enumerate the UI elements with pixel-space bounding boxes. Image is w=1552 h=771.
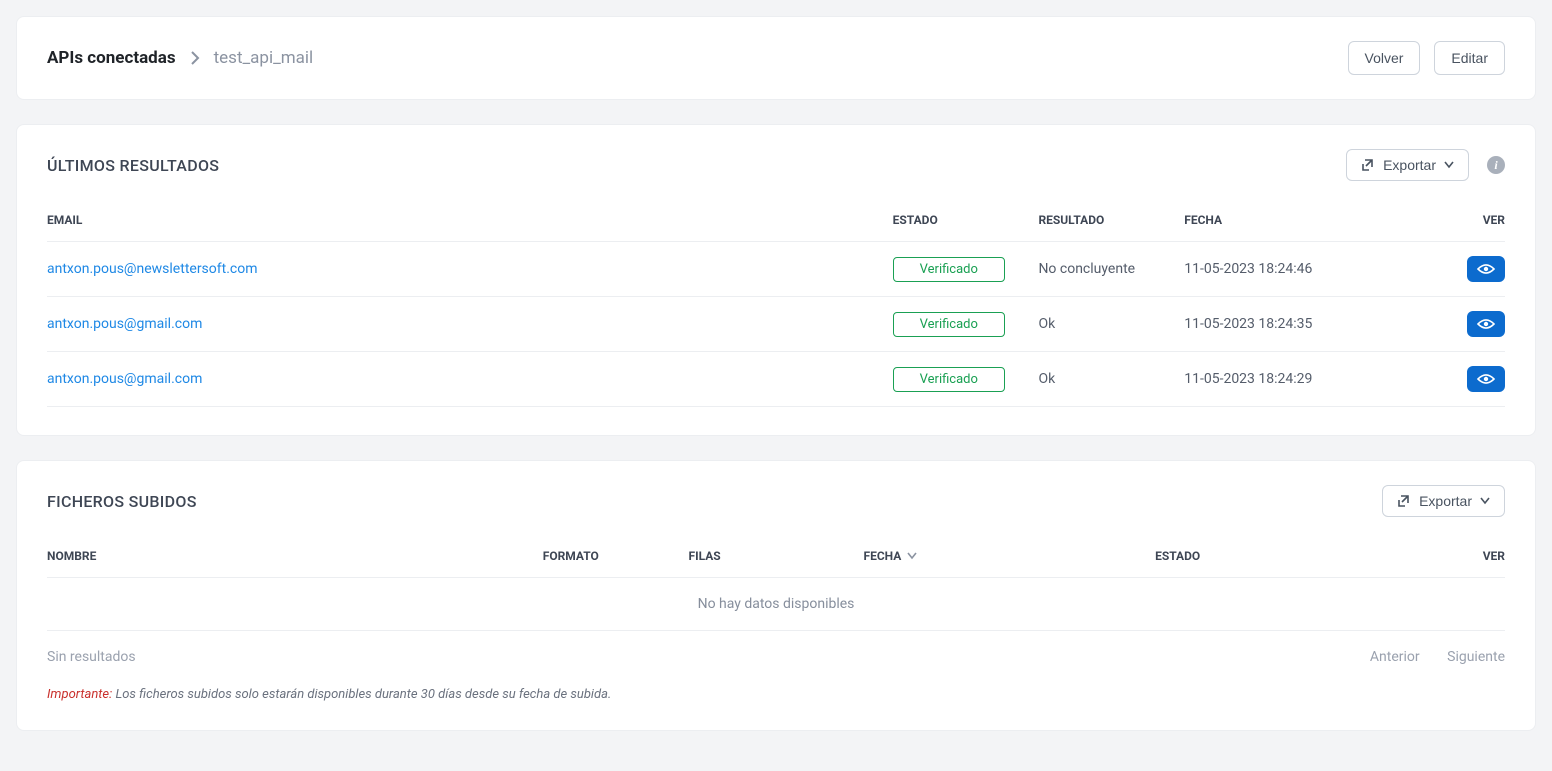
email-link[interactable]: antxon.pous@gmail.com: [47, 371, 202, 387]
breadcrumb-root[interactable]: APIs conectadas: [47, 48, 176, 68]
col-ver: VER: [1432, 199, 1505, 242]
fcol-estado: ESTADO: [1155, 535, 1388, 578]
result-cell: No concluyente: [1038, 242, 1184, 297]
files-note: Importante: Los ficheros subidos solo es…: [17, 665, 1535, 730]
eye-icon: [1477, 318, 1495, 330]
table-row: antxon.pous@newslettersoft.com Verificado…: [47, 242, 1505, 297]
eye-icon: [1477, 373, 1495, 385]
no-results-label: Sin resultados: [47, 649, 136, 665]
date-cell: 11-05-2023 18:24:46: [1184, 242, 1432, 297]
results-header: ÚLTIMOS RESULTADOS Exportar i: [17, 125, 1535, 199]
chevron-right-icon: [190, 51, 200, 65]
date-cell: 11-05-2023 18:24:35: [1184, 297, 1432, 352]
files-title: FICHEROS SUBIDOS: [47, 492, 197, 511]
fcol-filas: FILAS: [689, 535, 864, 578]
email-link[interactable]: antxon.pous@newslettersoft.com: [47, 261, 258, 277]
pager: Anterior Siguiente: [1346, 649, 1505, 665]
date-cell: 11-05-2023 18:24:29: [1184, 352, 1432, 407]
table-row: antxon.pous@gmail.com Verificado Ok11-05-2…: [47, 297, 1505, 352]
export-icon: [1361, 158, 1375, 172]
note-text: Los ficheros subidos solo estarán dispon…: [115, 687, 611, 702]
next-page[interactable]: Siguiente: [1447, 649, 1505, 665]
files-card: FICHEROS SUBIDOS Exportar NOMBRE FORMATO…: [16, 460, 1536, 731]
status-badge: Verificado: [893, 257, 1005, 282]
page-header: APIs conectadas test_api_mail Volver Edi…: [16, 16, 1536, 100]
breadcrumb-leaf: test_api_mail: [214, 48, 314, 68]
result-cell: Ok: [1038, 297, 1184, 352]
col-fecha: FECHA: [1184, 199, 1432, 242]
email-link[interactable]: antxon.pous@gmail.com: [47, 316, 202, 332]
view-button[interactable]: [1467, 366, 1505, 392]
files-export-label: Exportar: [1419, 493, 1472, 509]
files-table: NOMBRE FORMATO FILAS FECHA ESTADO VER: [47, 535, 1505, 631]
results-export-label: Exportar: [1383, 157, 1436, 173]
files-header: FICHEROS SUBIDOS Exportar: [17, 461, 1535, 535]
fcol-nombre: NOMBRE: [47, 535, 543, 578]
info-icon[interactable]: i: [1487, 156, 1505, 174]
view-button[interactable]: [1467, 311, 1505, 337]
files-footer: Sin resultados Anterior Siguiente: [17, 631, 1535, 665]
results-card: ÚLTIMOS RESULTADOS Exportar i EMAIL ESTA…: [16, 124, 1536, 436]
chevron-down-icon: [907, 552, 917, 560]
chevron-down-icon: [1444, 161, 1454, 169]
chevron-down-icon: [1480, 497, 1490, 505]
col-email: EMAIL: [47, 199, 893, 242]
table-row: antxon.pous@gmail.com Verificado Ok11-05-2…: [47, 352, 1505, 407]
col-estado: ESTADO: [893, 199, 1039, 242]
prev-page[interactable]: Anterior: [1370, 649, 1420, 665]
export-icon: [1397, 494, 1411, 508]
results-title: ÚLTIMOS RESULTADOS: [47, 156, 219, 175]
results-table: EMAIL ESTADO RESULTADO FECHA VER antxon.…: [47, 199, 1505, 407]
result-cell: Ok: [1038, 352, 1184, 407]
col-resultado: RESULTADO: [1038, 199, 1184, 242]
fcol-fecha[interactable]: FECHA: [863, 535, 1155, 578]
files-export-button[interactable]: Exportar: [1382, 485, 1505, 517]
eye-icon: [1477, 263, 1495, 275]
status-badge: Verificado: [893, 367, 1005, 392]
table-row-empty: No hay datos disponibles: [47, 578, 1505, 631]
back-button[interactable]: Volver: [1348, 41, 1421, 75]
no-data-cell: No hay datos disponibles: [47, 578, 1505, 631]
header-actions: Volver Editar: [1348, 41, 1505, 75]
edit-button[interactable]: Editar: [1434, 41, 1505, 75]
status-badge: Verificado: [893, 312, 1005, 337]
view-button[interactable]: [1467, 256, 1505, 282]
breadcrumb: APIs conectadas test_api_mail: [47, 48, 313, 68]
note-key: Importante:: [47, 687, 112, 702]
fcol-ver: VER: [1388, 535, 1505, 578]
fcol-formato: FORMATO: [543, 535, 689, 578]
results-export-button[interactable]: Exportar: [1346, 149, 1469, 181]
fcol-fecha-label: FECHA: [863, 549, 901, 563]
